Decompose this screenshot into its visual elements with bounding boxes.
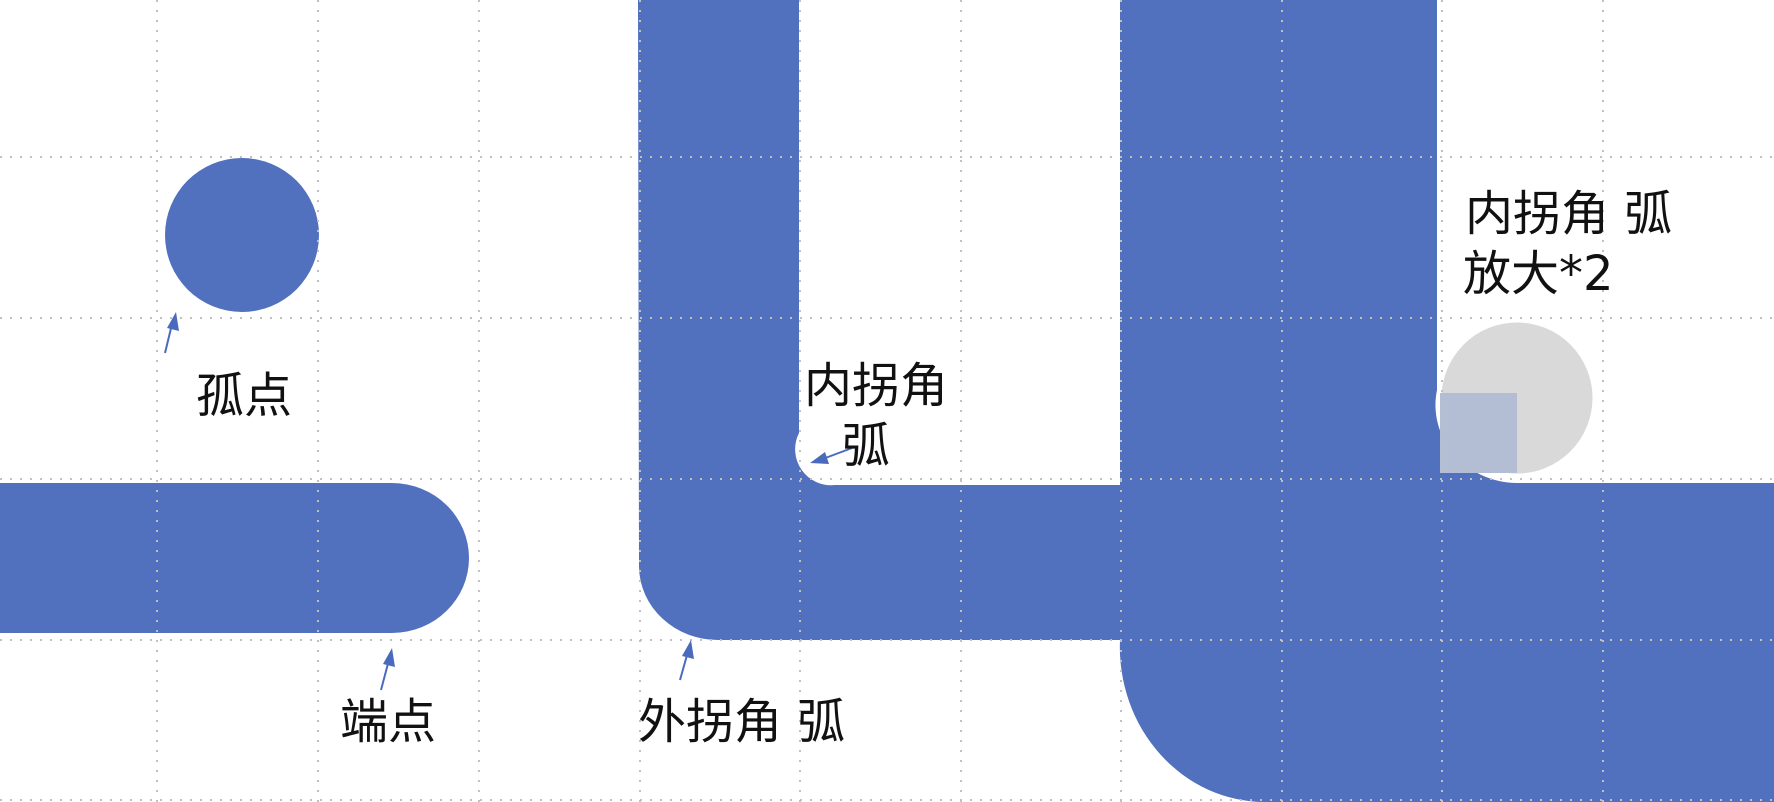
zoomed-arc-label-line1: 内拐角 弧 [1465,186,1672,242]
outer-corner-arc-label: 外拐角 弧 [638,694,845,750]
arrow-icon [380,648,395,691]
inner-corner-arc-label-line1: 内拐角 [804,358,948,414]
arrow-icon [679,640,694,681]
rounded-shape-diagram: 孤点 端点 外拐角 弧 内拐角 弧 内拐角 弧 放大*2 [0,0,1774,802]
end-point-bar [0,483,469,633]
zoomed-arc-label-line2: 放大*2 [1463,246,1614,302]
inner-corner-arc-label-line2: 弧 [842,418,890,474]
isolated-point-circle [165,158,319,312]
magnifier-overlay [1440,393,1517,473]
arrow-icon [164,312,179,354]
isolated-point-label: 孤点 [196,368,292,424]
end-point-label: 端点 [340,694,436,750]
l-shaped-bar [638,0,1120,640]
